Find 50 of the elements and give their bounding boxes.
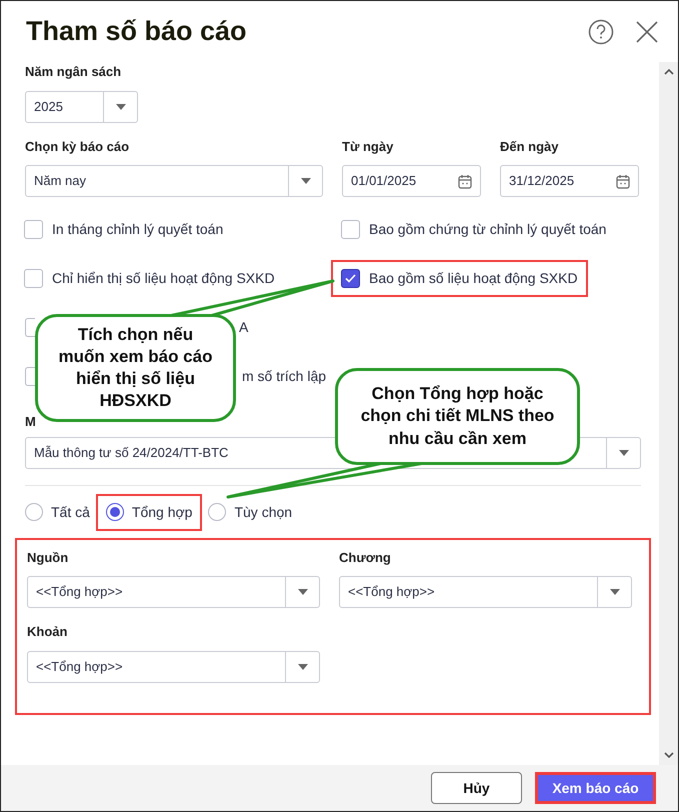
radio-label: Tùy chọn: [234, 502, 292, 522]
check-icon: [345, 274, 356, 283]
radio-button[interactable]: [25, 503, 43, 521]
field-label: Đến ngày: [500, 138, 560, 156]
checkbox-label: In tháng chỉnh lý quyết toán: [52, 220, 224, 239]
cancel-button[interactable]: Hủy: [431, 772, 522, 804]
checkbox[interactable]: [24, 269, 43, 288]
calendar-icon[interactable]: [616, 174, 630, 188]
calendar-icon[interactable]: [458, 174, 472, 188]
date-field[interactable]: 01/01/2025: [342, 165, 481, 197]
checkbox-label: m số trích lập: [242, 367, 326, 386]
field-label: Nguồn: [27, 548, 70, 567]
caret-icon: [298, 589, 308, 595]
date-field[interactable]: 31/12/2025: [500, 165, 639, 197]
dropdown-field[interactable]: Năm nay: [25, 165, 323, 197]
radio-button[interactable]: [208, 503, 226, 521]
scroll-down-icon[interactable]: [664, 752, 674, 759]
callout-text: Tích chọn nếu muốn xem báo cáo hiển thị số liệu HĐSXKD: [58, 324, 214, 412]
checkbox-label: Bao gồm số liệu hoạt động SXKD: [369, 269, 578, 288]
dropdown-field[interactable]: <<Tổng hợp>>: [27, 650, 320, 682]
scroll-up-icon[interactable]: [664, 68, 674, 75]
dialog-title: Tham số báo cáo: [26, 15, 248, 48]
field-label: Năm ngân sách: [25, 63, 122, 81]
close-icon[interactable]: [636, 20, 658, 42]
radio-label: Tổng hợp: [132, 502, 192, 522]
radio-button[interactable]: [106, 503, 124, 521]
dropdown-field[interactable]: <<Tổng hợp>>: [27, 576, 320, 608]
radio-label: Tất cả: [51, 502, 90, 522]
field-label: Từ ngày: [342, 138, 394, 156]
checkbox[interactable]: [25, 367, 35, 386]
caret-icon: [298, 664, 308, 670]
caret-icon: [300, 178, 310, 184]
checkbox-label: Chỉ hiển thị số liệu hoạt động SXKD: [52, 269, 275, 288]
checkbox[interactable]: [341, 220, 360, 239]
field-label: M: [25, 413, 36, 431]
dropdown-field[interactable]: <<Tổng hợp>>: [339, 576, 632, 608]
help-icon[interactable]: [588, 18, 614, 44]
caret-icon: [610, 589, 620, 595]
checkbox-label: A: [239, 318, 248, 337]
caret-icon: [116, 104, 126, 110]
checkbox[interactable]: [341, 269, 360, 288]
field-label: Chương: [339, 548, 392, 567]
field-label: Chọn kỳ báo cáo: [25, 138, 130, 156]
checkbox[interactable]: [25, 318, 35, 337]
view-report-button[interactable]: Xem báo cáo: [535, 772, 656, 804]
checkbox-label: Bao gồm chứng từ chỉnh lý quyết toán: [369, 220, 606, 239]
checkbox[interactable]: [24, 220, 43, 239]
field-label: Khoản: [27, 623, 68, 641]
dropdown-field[interactable]: 2025: [25, 90, 138, 122]
caret-icon: [618, 450, 628, 456]
